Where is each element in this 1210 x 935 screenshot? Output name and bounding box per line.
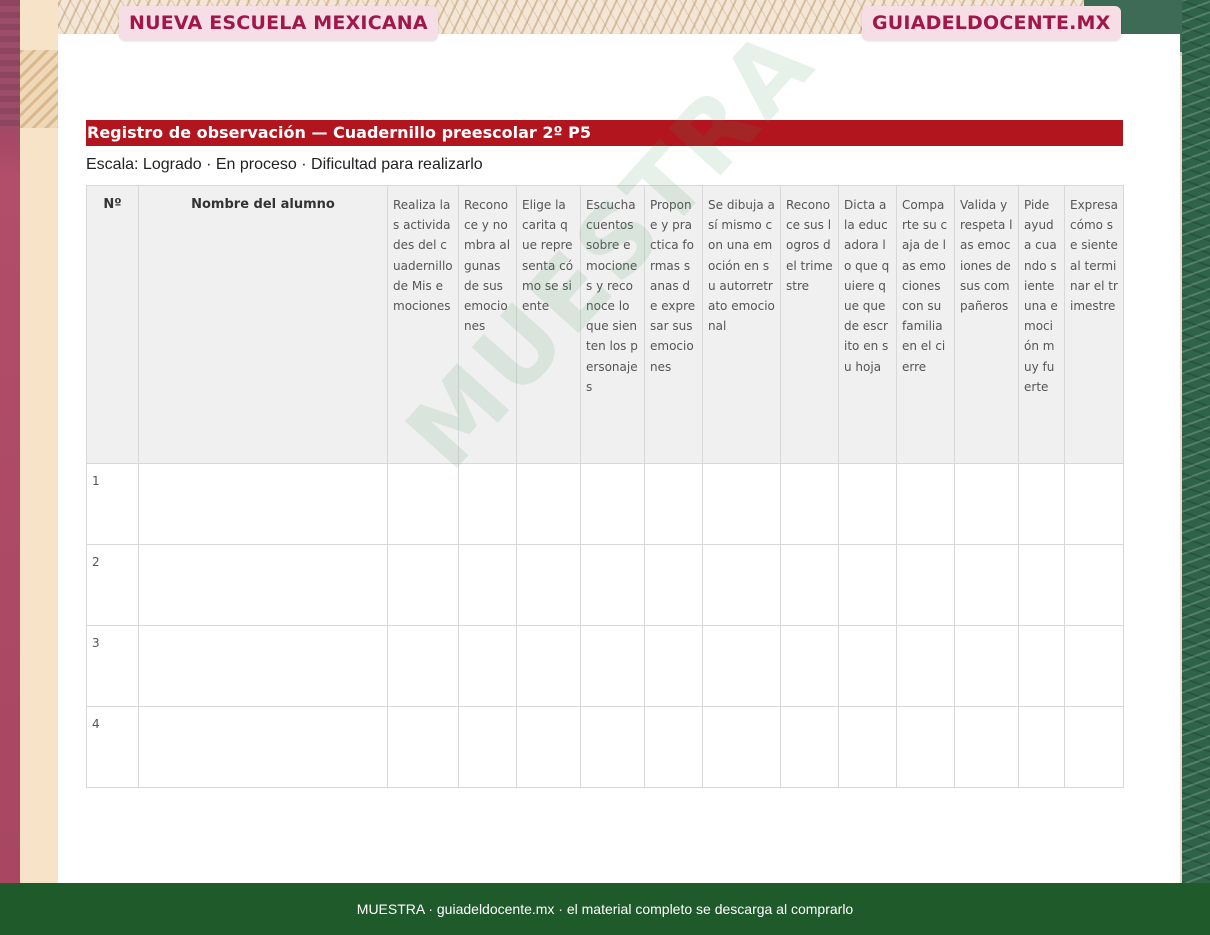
table-body: 1 2 3 4	[86, 463, 1124, 788]
assessment-cell[interactable]	[702, 706, 781, 788]
assessment-cell[interactable]	[1064, 463, 1124, 545]
assessment-cell[interactable]	[516, 544, 581, 626]
assessment-cell[interactable]	[838, 625, 897, 707]
assessment-cell[interactable]	[387, 625, 459, 707]
assessment-cell[interactable]	[644, 706, 703, 788]
table-row: 3	[86, 625, 1124, 707]
assessment-cell[interactable]	[838, 463, 897, 545]
student-name-cell[interactable]	[138, 706, 388, 788]
table-header-row: Nº Nombre del alumno Realiza las activid…	[86, 185, 1124, 464]
row-number: 4	[86, 706, 139, 788]
table-row: 2	[86, 544, 1124, 626]
document-title: Registro de observación — Cuadernillo pr…	[86, 120, 1123, 146]
header-criterion: Realiza las actividades del cuadernillo …	[387, 185, 459, 464]
assessment-cell[interactable]	[954, 544, 1019, 626]
header-criterion: Pide ayuda cuando siente una emoción muy…	[1018, 185, 1065, 464]
assessment-cell[interactable]	[458, 463, 517, 545]
assessment-cell[interactable]	[780, 625, 839, 707]
header-criterion: Propone y practica formas sanas de expre…	[644, 185, 703, 464]
assessment-cell[interactable]	[1018, 463, 1065, 545]
header-number: Nº	[86, 185, 139, 464]
assessment-cell[interactable]	[896, 706, 955, 788]
assessment-cell[interactable]	[516, 625, 581, 707]
assessment-cell[interactable]	[458, 544, 517, 626]
assessment-cell[interactable]	[780, 544, 839, 626]
assessment-cell[interactable]	[1018, 706, 1065, 788]
assessment-cell[interactable]	[1064, 625, 1124, 707]
assessment-cell[interactable]	[580, 706, 645, 788]
assessment-cell[interactable]	[580, 463, 645, 545]
assessment-cell[interactable]	[387, 544, 459, 626]
decorative-right-border	[1182, 0, 1210, 883]
assessment-cell[interactable]	[896, 625, 955, 707]
assessment-cell[interactable]	[896, 463, 955, 545]
header-criterion: Reconoce sus logros del trimestre	[780, 185, 839, 464]
header-criterion: Elige la carita que representa cómo se s…	[516, 185, 581, 464]
assessment-cell[interactable]	[896, 544, 955, 626]
assessment-cell[interactable]	[702, 625, 781, 707]
scale-legend: Escala: Logrado · En proceso · Dificulta…	[86, 156, 483, 173]
footer-notice: MUESTRA · guiadeldocente.mx · el materia…	[0, 883, 1210, 935]
assessment-cell[interactable]	[1064, 706, 1124, 788]
decorative-left-strip	[20, 0, 58, 883]
row-number: 3	[86, 625, 139, 707]
decorative-left-border	[0, 0, 20, 883]
assessment-cell[interactable]	[780, 463, 839, 545]
assessment-cell[interactable]	[1064, 544, 1124, 626]
assessment-cell[interactable]	[516, 706, 581, 788]
student-name-cell[interactable]	[138, 625, 388, 707]
assessment-cell[interactable]	[580, 625, 645, 707]
assessment-cell[interactable]	[702, 544, 781, 626]
assessment-cell[interactable]	[644, 463, 703, 545]
site-badge: GUIADELDOCENTE.MX	[862, 6, 1121, 40]
assessment-cell[interactable]	[458, 706, 517, 788]
assessment-cell[interactable]	[954, 625, 1019, 707]
header-criterion: Se dibuja a sí mismo con una emoción en …	[702, 185, 781, 464]
observation-table: Nº Nombre del alumno Realiza las activid…	[86, 185, 1124, 788]
assessment-cell[interactable]	[954, 463, 1019, 545]
assessment-cell[interactable]	[387, 463, 459, 545]
assessment-cell[interactable]	[838, 706, 897, 788]
assessment-cell[interactable]	[702, 463, 781, 545]
assessment-cell[interactable]	[1018, 544, 1065, 626]
table-row: 4	[86, 706, 1124, 788]
header-student-name: Nombre del alumno	[138, 185, 388, 464]
header-criterion: Comparte su caja de las emociones con su…	[896, 185, 955, 464]
assessment-cell[interactable]	[580, 544, 645, 626]
header-criterion: Reconoce y nombra algunas de sus emocion…	[458, 185, 517, 464]
student-name-cell[interactable]	[138, 544, 388, 626]
header-criterion: Dicta a la educadora lo que quiere que q…	[838, 185, 897, 464]
brand-badge-nem: NUEVA ESCUELA MEXICANA	[119, 6, 438, 40]
header-criterion: Escucha cuentos sobre emociones y recono…	[580, 185, 645, 464]
assessment-cell[interactable]	[516, 463, 581, 545]
table-row: 1	[86, 463, 1124, 545]
assessment-cell[interactable]	[838, 544, 897, 626]
assessment-cell[interactable]	[387, 706, 459, 788]
assessment-cell[interactable]	[954, 706, 1019, 788]
assessment-cell[interactable]	[780, 706, 839, 788]
row-number: 2	[86, 544, 139, 626]
assessment-cell[interactable]	[1018, 625, 1065, 707]
header-criterion: Valida y respeta las emociones de sus co…	[954, 185, 1019, 464]
assessment-cell[interactable]	[644, 544, 703, 626]
row-number: 1	[86, 463, 139, 545]
assessment-cell[interactable]	[644, 625, 703, 707]
header-criterion: Expresa cómo se siente al terminar el tr…	[1064, 185, 1124, 464]
assessment-cell[interactable]	[458, 625, 517, 707]
student-name-cell[interactable]	[138, 463, 388, 545]
